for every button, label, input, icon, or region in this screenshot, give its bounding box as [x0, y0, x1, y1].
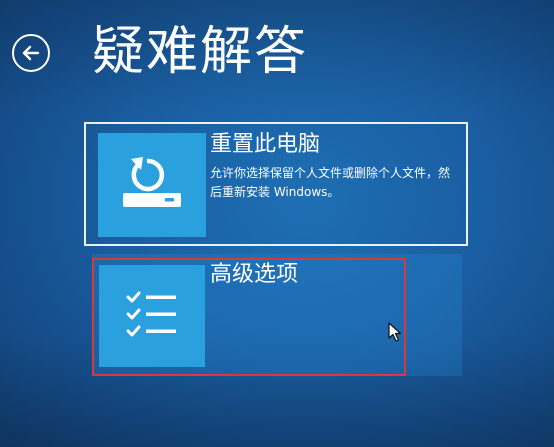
advanced-options-title: 高级选项 — [210, 262, 299, 287]
reset-pc-title: 重置此电脑 — [210, 132, 321, 157]
advanced-options-option[interactable]: 高级选项 — [92, 254, 462, 376]
reset-pc-description: 允许你选择保留个人文件或删除个人文件，然后重新安装 Windows。 — [210, 166, 451, 199]
back-arrow-icon — [21, 43, 41, 63]
reset-pc-option[interactable]: 重置此电脑 允许你选择保留个人文件或删除个人文件，然后重新安装 Windows。 — [84, 122, 468, 246]
reset-pc-icon-box — [98, 133, 206, 237]
checklist-icon — [124, 288, 180, 344]
advanced-options-icon-box — [99, 265, 205, 367]
back-button[interactable] — [12, 34, 50, 72]
page-title: 疑难解答 — [92, 22, 309, 82]
reset-pc-icon — [117, 151, 187, 219]
